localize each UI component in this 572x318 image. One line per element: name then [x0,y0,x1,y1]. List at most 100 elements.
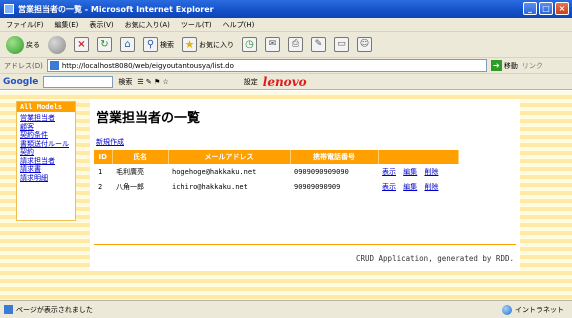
security-zone: イントラネット [502,305,564,315]
google-logo[interactable]: Google [3,77,38,87]
row-actions: 表示 編集 削除 [378,179,458,194]
mail-icon: ✉ [265,37,280,52]
menu-edit[interactable]: 編集(E) [55,20,79,30]
google-toolbar: Google 検索 ☰ ✎ ⚑ ☆ 設定 lenovo [0,74,572,90]
mail-button[interactable]: ✉ [263,35,282,55]
window-title: 営業担当者の一覧 - Microsoft Internet Explorer [18,4,214,14]
sidebar-link-billing-rep[interactable]: 請求担当者 [20,157,72,166]
back-arrow-icon [6,35,24,54]
page-done-icon [4,305,13,314]
page-title: 営業担当者の一覧 [96,111,201,126]
col-id: ID [94,150,113,164]
favorites-button[interactable]: ★ お気に入り [180,35,236,55]
address-url: http://localhost8080/web/eigyoutantousya… [61,61,234,70]
ie-icon [4,4,14,14]
new-record-link[interactable]: 新規作成 [96,137,124,147]
sidebar-link-document-rules[interactable]: 書類送付ルール [20,140,72,149]
col-actions [378,150,459,164]
stop-button[interactable]: × [72,35,91,55]
edit-link[interactable]: 編集 [403,183,417,191]
main-panel: 営業担当者の一覧 新規作成 ID 氏名 メールアドレス 携帯電話番号 1 毛利廣… [90,99,520,271]
edit-icon: ✎ [311,37,326,52]
menu-bar: ファイル(F) 編集(E) 表示(V) お気に入り(A) ツール(T) ヘルプ(… [0,18,572,32]
lenovo-logo: lenovo [262,74,307,89]
address-label: アドレス(D) [4,61,43,70]
go-button[interactable]: ➔ 移動 [490,60,518,71]
footer-credit: CRUD Application, generated by RDD. [355,254,514,263]
sidebar-link-invoice[interactable]: 請求書 [20,165,72,174]
view-link[interactable]: 表示 [382,168,396,176]
history-icon: ◷ [242,37,257,52]
back-label: 戻る [26,40,40,49]
sidebar-link-sales-rep[interactable]: 営業担当者 [20,114,72,123]
intranet-globe-icon [502,305,512,315]
messenger-icon: ☺ [357,37,372,52]
links-button[interactable]: リンク [522,61,543,71]
favorites-star-icon: ★ [182,37,197,52]
print-icon: ⎙ [288,37,303,52]
google-search-input[interactable] [43,75,114,88]
edit-link[interactable]: 編集 [403,168,417,176]
forward-button[interactable] [46,35,68,55]
table-row: 2 八角一郎 ichiro@hakkaku.net 90909090909 表示… [94,179,458,194]
address-bar: アドレス(D) http://localhost8080/web/eigyout… [0,58,572,74]
col-name: 氏名 [112,150,169,164]
go-arrow-icon: ➔ [490,60,502,71]
address-input[interactable]: http://localhost8080/web/eigyoutantousya… [46,59,487,72]
history-button[interactable]: ◷ [240,35,259,55]
sidebar-link-customer[interactable]: 顧客 [20,123,72,132]
refresh-button[interactable]: ↻ [95,35,114,55]
back-button[interactable]: 戻る [4,35,42,55]
google-settings-button[interactable]: 設定 [244,77,258,87]
row-phone: 0909090909090 [294,167,349,176]
row-phone: 90909090909 [294,182,341,191]
search-icon: ⚲ [143,37,158,52]
menu-tools[interactable]: ツール(T) [181,20,212,30]
maximize-button[interactable]: □ [539,2,553,15]
view-link[interactable]: 表示 [382,183,396,191]
row-id: 1 [98,167,103,176]
refresh-icon: ↻ [97,37,112,52]
row-email: ichiro@hakkaku.net [172,182,248,191]
sales-rep-table: ID 氏名 メールアドレス 携帯電話番号 1 毛利廣亮 hogehoge@hak… [94,150,459,194]
table-row: 1 毛利廣亮 hogehoge@hakkaku.net 090909090909… [94,164,458,179]
table-header-row: ID 氏名 メールアドレス 携帯電話番号 [94,150,459,164]
menu-view[interactable]: 表示(V) [89,20,113,30]
forward-arrow-icon [48,35,66,54]
menu-favorites[interactable]: お気に入り(A) [125,20,170,30]
search-button[interactable]: ⚲ 検索 [141,35,176,55]
close-button[interactable]: × [555,2,569,15]
messenger-button[interactable]: ☺ [355,35,374,55]
row-name: 毛利廣亮 [116,167,144,176]
zone-label: イントラネット [515,306,564,314]
footer-divider [94,244,516,245]
window-controls: _ □ × [523,2,569,15]
folder-icon: ▭ [334,37,349,52]
edit-page-button[interactable]: ✎ [309,35,328,55]
col-phone: 携帯電話番号 [290,150,379,164]
sidebar-link-contract[interactable]: 契約 [20,148,72,157]
page-icon [49,61,59,70]
google-tools-icon[interactable]: ☰ ✎ ⚑ ☆ [137,78,168,86]
folder-button[interactable]: ▭ [332,35,351,55]
minimize-button[interactable]: _ [523,2,537,15]
print-button[interactable]: ⎙ [286,35,305,55]
favorites-label: お気に入り [199,40,234,49]
home-button[interactable]: ⌂ [118,35,137,55]
delete-link[interactable]: 削除 [424,168,438,176]
go-label: 移動 [503,61,518,70]
stop-icon: × [74,37,89,52]
window-titlebar: 営業担当者の一覧 - Microsoft Internet Explorer _… [0,0,572,18]
row-id: 2 [98,182,103,191]
row-name: 八角一郎 [116,182,144,191]
delete-link[interactable]: 削除 [424,183,438,191]
row-actions: 表示 編集 削除 [378,164,458,179]
sidebar-link-contract-terms[interactable]: 契約条件 [20,131,72,140]
page-content: All Models 営業担当者 顧客 契約条件 書類送付ルール 契約 請求担当… [0,91,572,300]
menu-file[interactable]: ファイル(F) [6,20,44,30]
sidebar-link-invoice-detail[interactable]: 請求明細 [20,174,72,183]
col-email: メールアドレス [168,150,291,164]
sidebar: All Models 営業担当者 顧客 契約条件 書類送付ルール 契約 請求担当… [16,101,76,221]
google-search-button[interactable]: 検索 [118,77,132,87]
menu-help[interactable]: ヘルプ(H) [223,20,255,30]
